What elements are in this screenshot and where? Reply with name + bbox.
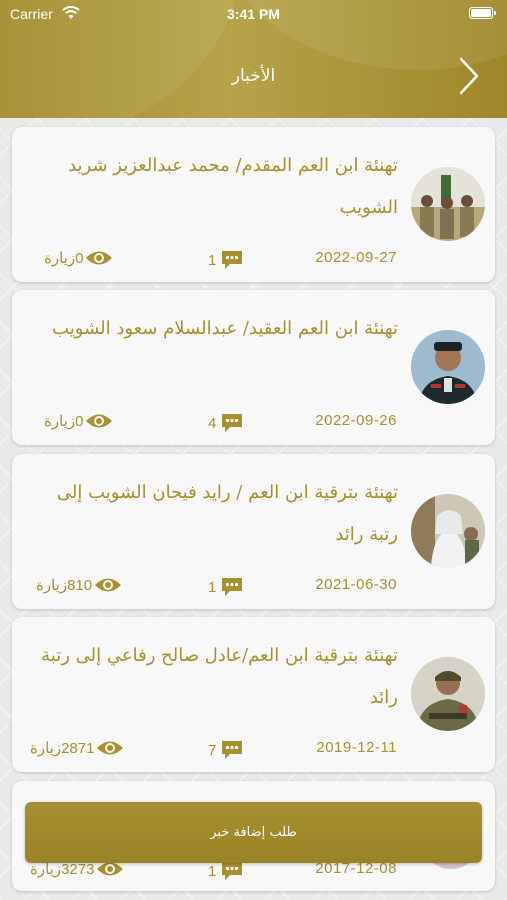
views-count: زيارة 810 (36, 576, 122, 594)
views-unit: زيارة (36, 576, 68, 594)
comments-number: 1 (208, 862, 217, 880)
comment-icon (222, 251, 243, 269)
views-number: 0 (75, 249, 84, 267)
eye-icon (86, 414, 113, 428)
news-date: 2022-09-27 (315, 249, 397, 266)
views-number: 810 (67, 576, 93, 594)
eye-icon (97, 741, 124, 755)
add-news-request-button[interactable]: طلب إضافة خبر (25, 802, 482, 863)
comment-icon (222, 741, 243, 759)
news-title: تهنئة ابن العم المقدم/ محمد عبدالعزيز شر… (68, 155, 398, 218)
views-number: 0 (75, 412, 84, 430)
chevron-right-icon[interactable] (457, 56, 483, 96)
news-card[interactable]: تهنئة ابن العم المقدم/ محمد عبدالعزيز شر… (12, 127, 495, 282)
news-card[interactable]: تهنئة بترقية ابن العم / رايد فيحان الشوي… (12, 454, 495, 609)
comment-icon (222, 862, 243, 880)
comments-count: 1 (208, 249, 244, 271)
eye-icon (95, 578, 122, 592)
comments-number: 1 (208, 251, 217, 269)
eye-icon (86, 251, 113, 265)
status-bar: Carrier 3:41 PM (0, 0, 507, 28)
battery-icon (469, 7, 496, 19)
views-unit: زيارة (44, 412, 76, 430)
clock: 3:41 PM (227, 6, 280, 22)
news-date: 2022-09-26 (315, 412, 397, 429)
comments-number: 4 (208, 414, 217, 432)
comment-icon (222, 414, 243, 432)
header: Carrier 3:41 PM الأخبار (0, 0, 507, 118)
views-count: زيارة 0 (44, 249, 113, 267)
comments-number: 7 (208, 741, 217, 759)
views-unit: زيارة (44, 249, 76, 267)
news-avatar (411, 330, 485, 404)
views-number: 3273 (61, 860, 95, 878)
comments-number: 1 (208, 578, 217, 596)
news-title: تهنئة بترقية ابن العم/عادل صالح رفاعي إل… (41, 645, 398, 708)
news-avatar (411, 167, 485, 241)
comments-count: 1 (208, 860, 244, 882)
views-count: زيارة 2871 (30, 739, 124, 757)
comments-count: 1 (208, 576, 244, 598)
news-card[interactable]: تهنئة ابن العم العقيد/ عبدالسلام سعود ال… (12, 290, 495, 445)
comments-count: 4 (208, 412, 244, 434)
news-date: 2021-06-30 (315, 576, 397, 593)
news-title: تهنئة بترقية ابن العم / رايد فيحان الشوي… (56, 482, 398, 545)
news-avatar (411, 657, 485, 731)
page-title: الأخبار (231, 66, 276, 86)
views-count: زيارة 0 (44, 412, 113, 430)
comment-icon (222, 578, 243, 596)
views-unit: زيارة (30, 739, 62, 757)
views-number: 2871 (61, 739, 95, 757)
news-date: 2019-12-11 (316, 739, 397, 756)
comments-count: 7 (208, 739, 244, 761)
news-avatar (411, 494, 485, 568)
news-card[interactable]: تهنئة بترقية ابن العم/عادل صالح رفاعي إل… (12, 617, 495, 772)
news-title: تهنئة ابن العم العقيد/ عبدالسلام سعود ال… (52, 318, 398, 339)
